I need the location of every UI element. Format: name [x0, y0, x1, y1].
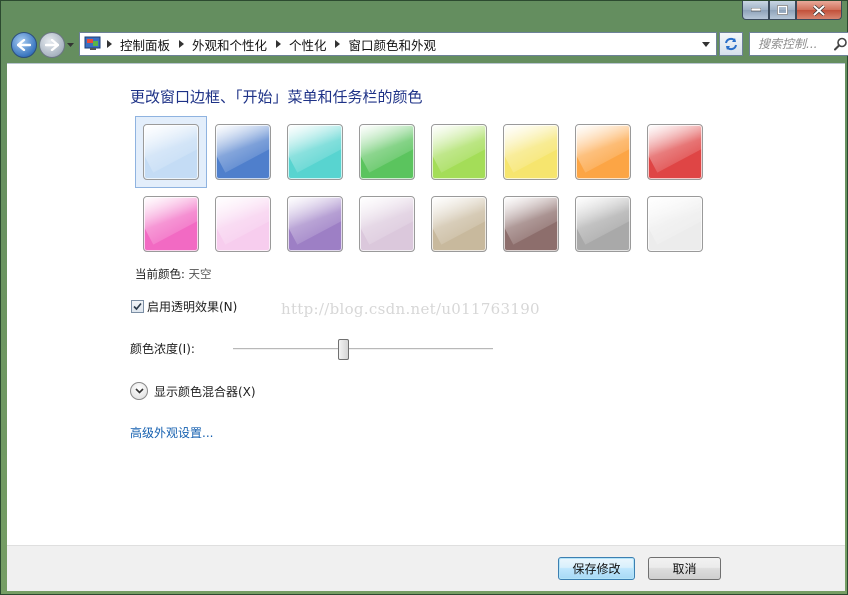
maximize-button[interactable] [769, 1, 796, 20]
window-frame: 控制面板 外观和个性化 个性化 窗口颜色和外观 搜索控制... 更改窗口边框、「… [0, 0, 848, 595]
breadcrumb-label: 窗口颜色和外观 [348, 37, 437, 53]
search-icon[interactable] [834, 37, 848, 51]
color-swatch-fuchsia[interactable] [143, 196, 199, 252]
navigation-bar: 控制面板 外观和个性化 个性化 窗口颜色和外观 [9, 29, 848, 61]
page-title: 更改窗口边框、「开始」菜单和任务栏的颜色 [130, 88, 423, 106]
breadcrumb-item-control-panel[interactable]: 控制面板 [116, 33, 188, 55]
chevron-down-icon [702, 41, 710, 47]
color-swatch-twilight[interactable] [215, 124, 271, 180]
control-panel-icon [84, 36, 101, 50]
checkmark-icon [133, 302, 142, 311]
transparency-option[interactable]: 启用透明效果(N) [131, 298, 237, 315]
color-swatch-slate[interactable] [575, 196, 631, 252]
swatch-cell[interactable] [423, 188, 495, 260]
button-bar: 保存修改 取消 [7, 545, 845, 591]
swatch-cell[interactable] [279, 116, 351, 188]
slider-thumb[interactable] [338, 339, 349, 360]
close-icon [813, 4, 825, 16]
color-swatch-pumpkin[interactable] [575, 124, 631, 180]
color-swatch-lavender[interactable] [359, 196, 415, 252]
color-swatch-chocolate[interactable] [503, 196, 559, 252]
minimize-icon [750, 8, 761, 12]
color-mixer-label: 显示颜色混合器(X) [154, 384, 256, 399]
swatch-cell[interactable] [351, 188, 423, 260]
color-mixer-toggle[interactable]: 显示颜色混合器(X) [130, 382, 256, 400]
swatch-cell[interactable] [279, 188, 351, 260]
main-content: 更改窗口边框、「开始」菜单和任务栏的颜色 当前颜色: 天空 启用透明效果(N) … [7, 63, 845, 545]
breadcrumb-label: 个性化 [289, 37, 327, 53]
current-color-indicator: 当前颜色: 天空 [135, 266, 212, 282]
swatch-cell[interactable] [423, 116, 495, 188]
transparency-checkbox[interactable] [131, 300, 144, 313]
swatch-cell[interactable] [207, 116, 279, 188]
color-swatch-grid [135, 116, 715, 260]
swatch-cell[interactable] [495, 116, 567, 188]
color-swatch-violet[interactable] [287, 196, 343, 252]
refresh-icon [725, 37, 737, 51]
maximize-icon [777, 5, 788, 15]
color-swatch-taupe[interactable] [431, 196, 487, 252]
intensity-label: 颜色浓度(I): [130, 342, 195, 356]
cancel-button[interactable]: 取消 [648, 557, 721, 580]
swatch-cell[interactable] [207, 188, 279, 260]
current-color-value: 天空 [188, 267, 212, 281]
chevron-right-icon [174, 40, 188, 48]
search-input[interactable] [758, 37, 832, 51]
color-swatch-frost[interactable] [647, 196, 703, 252]
color-swatch-lemon[interactable] [503, 124, 559, 180]
breadcrumb-item-personalization[interactable]: 个性化 [285, 33, 345, 55]
chevron-right-icon [271, 40, 285, 48]
watermark-text: http://blog.csdn.net/u011763190 [281, 300, 540, 318]
breadcrumb-separator-root[interactable] [102, 33, 116, 55]
window-controls [742, 1, 842, 21]
color-swatch-leaf[interactable] [359, 124, 415, 180]
breadcrumb-label: 外观和个性化 [192, 37, 268, 53]
chevron-down-icon [66, 42, 74, 47]
address-history-dropdown[interactable] [700, 37, 712, 51]
breadcrumb-item-appearance[interactable]: 外观和个性化 [188, 33, 285, 55]
save-changes-button[interactable]: 保存修改 [558, 557, 635, 580]
swatch-cell[interactable] [567, 116, 639, 188]
expand-button[interactable] [130, 382, 148, 400]
chevron-down-icon [134, 388, 144, 394]
advanced-appearance-link[interactable]: 高级外观设置... [130, 424, 213, 441]
color-swatch-sea[interactable] [287, 124, 343, 180]
transparency-label: 启用透明效果(N) [147, 300, 238, 314]
breadcrumb-label: 控制面板 [120, 37, 171, 53]
color-swatch-ruby[interactable] [647, 124, 703, 180]
refresh-button[interactable] [719, 32, 743, 56]
swatch-cell[interactable] [639, 188, 711, 260]
swatch-cell[interactable] [567, 188, 639, 260]
recent-pages-dropdown[interactable] [65, 32, 75, 58]
back-button[interactable] [11, 32, 37, 58]
forward-arrow-icon [45, 39, 59, 51]
slider-track[interactable] [233, 348, 493, 350]
chevron-right-icon [331, 40, 345, 48]
search-box[interactable] [749, 32, 848, 56]
color-swatch-blush[interactable] [215, 196, 271, 252]
current-color-label: 当前颜色: [135, 267, 185, 281]
back-arrow-icon [17, 39, 31, 51]
breadcrumb-item-window-color[interactable]: 窗口颜色和外观 [345, 33, 441, 55]
color-intensity-slider[interactable] [233, 338, 493, 360]
chevron-right-icon [102, 40, 116, 48]
swatch-cell[interactable] [351, 116, 423, 188]
swatch-cell[interactable] [495, 188, 567, 260]
swatch-cell[interactable] [135, 116, 207, 188]
swatch-cell[interactable] [639, 116, 711, 188]
minimize-button[interactable] [742, 1, 769, 20]
close-button[interactable] [796, 1, 842, 20]
swatch-row [135, 116, 715, 188]
swatch-cell[interactable] [135, 188, 207, 260]
color-swatch-lime[interactable] [431, 124, 487, 180]
address-bar[interactable]: 控制面板 外观和个性化 个性化 窗口颜色和外观 [79, 32, 717, 56]
color-swatch-sky[interactable] [143, 124, 199, 180]
forward-button[interactable] [39, 32, 65, 58]
swatch-row [135, 188, 715, 260]
